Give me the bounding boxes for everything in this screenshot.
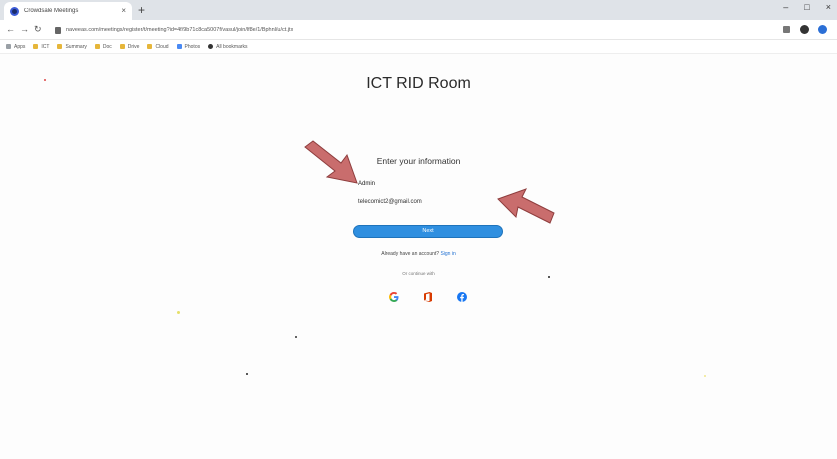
page-title: ICT RID Room (366, 75, 471, 92)
bookmarks-icon (208, 44, 214, 49)
signin-link[interactable]: Sign in (440, 251, 455, 257)
app-favicon-icon (10, 6, 19, 16)
bookmark-label: Photos (184, 43, 201, 50)
account-icon[interactable] (818, 25, 827, 34)
scan-speck (295, 336, 297, 338)
email-field[interactable] (358, 197, 503, 208)
bookmark-label: Cloud (155, 43, 169, 50)
new-tab-button[interactable]: + (138, 3, 145, 17)
photos-icon (176, 44, 182, 49)
bookmarks-bar: Apps ICT Summary Doc Drive Cloud Photos … (0, 40, 837, 54)
bookmark-label: Doc (102, 43, 112, 50)
bookmark-item[interactable]: All bookmarks (208, 43, 248, 50)
window-controls: – □ × (783, 2, 831, 12)
registration-page: ICT RID Room Enter your information Next… (0, 55, 837, 459)
folder-icon (57, 44, 63, 49)
facebook-icon[interactable] (456, 291, 468, 303)
scan-speck (246, 373, 248, 375)
bookmark-item[interactable]: Photos (176, 43, 201, 50)
bookmark-label: Summary (65, 43, 87, 50)
next-button[interactable]: Next (353, 225, 503, 238)
folder-icon (94, 44, 100, 49)
signin-prompt: Already have an account? Sign in (0, 251, 837, 257)
minimize-button[interactable]: – (783, 2, 788, 12)
scan-speck (704, 375, 706, 377)
bookmark-label: Drive (127, 43, 140, 50)
maximize-button[interactable]: □ (804, 2, 809, 12)
social-login-row (388, 291, 468, 303)
extensions-icon[interactable] (783, 26, 790, 33)
bookmark-label: Apps (14, 43, 26, 50)
bookmark-item[interactable]: Summary (57, 43, 87, 50)
form-heading: Enter your information (376, 156, 461, 166)
folder-icon (119, 44, 125, 49)
apps-grid-icon (6, 44, 11, 49)
bookmark-item[interactable]: Doc (94, 43, 112, 50)
google-icon[interactable] (388, 291, 400, 303)
tab-title: Crowdsale Meetings (24, 8, 79, 14)
browser-window: Crowdsale Meetings × + – □ × ← → ↻ navee… (0, 0, 837, 459)
reload-icon[interactable]: ↻ (34, 24, 42, 35)
back-arrow-icon[interactable]: ← (6, 24, 15, 35)
bookmark-item[interactable]: Drive (119, 43, 140, 50)
bookmark-item[interactable]: ICT (33, 44, 49, 50)
scan-speck (177, 311, 180, 314)
office-icon[interactable] (422, 291, 434, 303)
scan-speck (44, 79, 46, 81)
tab-close-icon[interactable]: × (121, 7, 126, 15)
bookmark-item[interactable]: Cloud (147, 43, 169, 50)
lock-icon (55, 26, 61, 34)
forward-arrow-icon[interactable]: → (20, 24, 29, 35)
annotation-arrow-left (304, 140, 358, 184)
bookmark-label: All bookmarks (216, 43, 248, 50)
address-toolbar: ← → ↻ naveeas.com/meetings/register/t/me… (0, 20, 837, 40)
folder-icon (147, 44, 153, 49)
tab-strip: Crowdsale Meetings × + – □ × (0, 0, 837, 20)
address-bar[interactable]: naveeas.com/meetings/register/t/meeting?… (55, 23, 775, 37)
bookmark-label: ICT (41, 43, 50, 50)
close-window-button[interactable]: × (826, 2, 831, 12)
bookmark-item[interactable]: Apps (6, 44, 25, 50)
name-field[interactable] (358, 179, 503, 190)
active-tab[interactable]: Crowdsale Meetings × (4, 2, 132, 20)
annotation-arrow-right (497, 188, 555, 224)
scan-speck (548, 276, 550, 278)
profile-icon[interactable] (800, 25, 809, 34)
signin-prompt-text: Already have an account? (381, 251, 440, 257)
url-text: naveeas.com/meetings/register/t/meeting?… (66, 27, 294, 33)
or-divider-text: Or continue with (402, 271, 435, 276)
folder-icon (33, 44, 39, 49)
